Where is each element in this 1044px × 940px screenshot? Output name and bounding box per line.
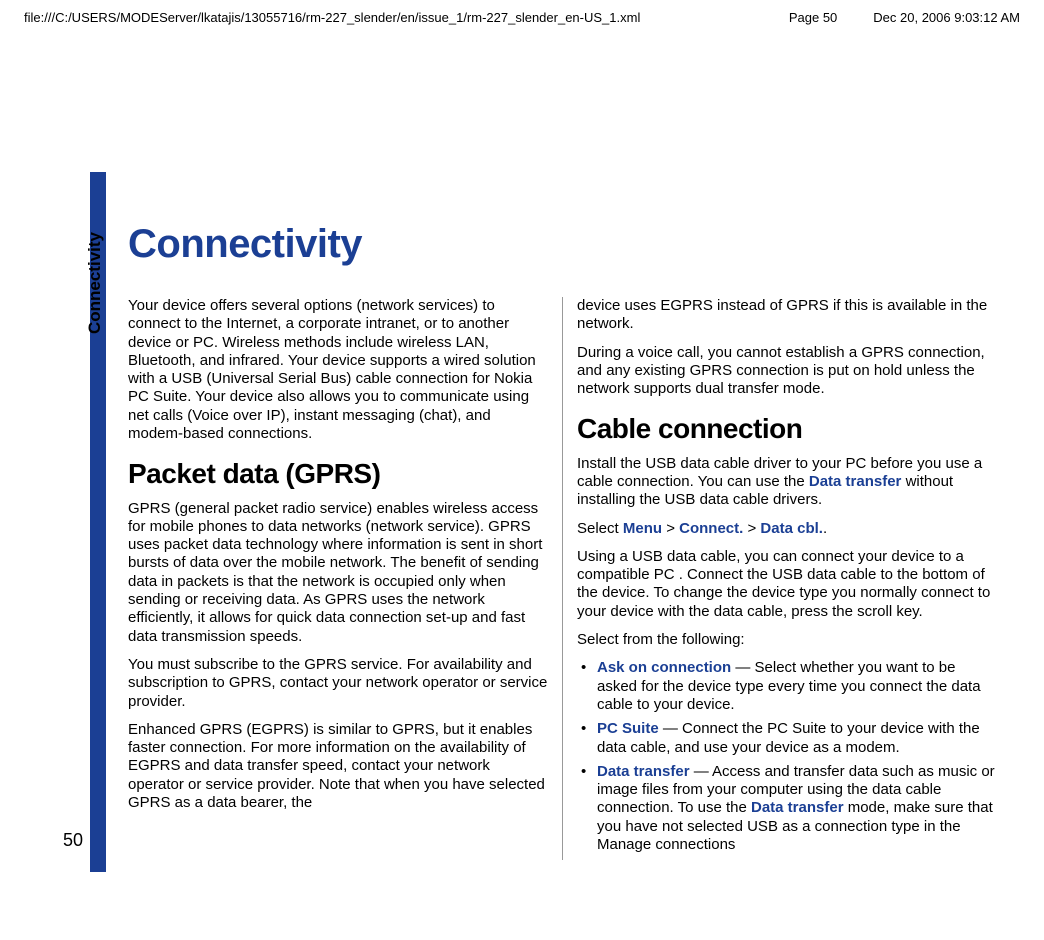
cable-p2: Using a USB data cable, you can connect … (577, 548, 998, 621)
gprs-p1: GPRS (general packet radio service) enab… (128, 500, 548, 646)
link-connect[interactable]: Connect. (679, 520, 743, 537)
link-data-cbl[interactable]: Data cbl. (760, 520, 823, 537)
list-item: Ask on connection — Select whether you w… (577, 659, 998, 714)
file-path: file:///C:/USERS/MODEServer/lkatajis/130… (24, 10, 640, 25)
page-label: Page 50 (789, 10, 837, 25)
datetime: Dec 20, 2006 9:03:12 AM (873, 10, 1020, 25)
heading-packet-data: Packet data (GPRS) (128, 457, 548, 491)
link-data-transfer-inline[interactable]: Data transfer (751, 799, 844, 816)
columns: Your device offers several options (netw… (128, 297, 998, 860)
link-menu[interactable]: Menu (623, 520, 662, 537)
content: Connectivity Your device offers several … (128, 222, 998, 860)
egprs-p1: device uses EGPRS instead of GPRS if thi… (577, 297, 998, 334)
list-item: PC Suite — Connect the PC Suite to your … (577, 720, 998, 757)
link-pc-suite[interactable]: PC Suite (597, 720, 659, 737)
print-header: file:///C:/USERS/MODEServer/lkatajis/130… (0, 10, 1044, 25)
page-number: 50 (63, 830, 83, 851)
cable-p3: Select from the following: (577, 631, 998, 649)
egprs-p2: During a voice call, you cannot establis… (577, 344, 998, 399)
page: file:///C:/USERS/MODEServer/lkatajis/130… (0, 0, 1044, 940)
page-title: Connectivity (128, 222, 998, 267)
column-right: device uses EGPRS instead of GPRS if thi… (563, 297, 998, 860)
link-data-transfer[interactable]: Data transfer (809, 473, 902, 490)
column-left: Your device offers several options (netw… (128, 297, 563, 860)
cable-p1: Install the USB data cable driver to you… (577, 455, 998, 510)
side-tab: Connectivity (85, 130, 105, 232)
link-data-transfer-option[interactable]: Data transfer (597, 763, 690, 780)
header-right: Page 50 Dec 20, 2006 9:03:12 AM (789, 10, 1020, 25)
link-ask-on-connection[interactable]: Ask on connection (597, 659, 731, 676)
heading-cable-connection: Cable connection (577, 412, 998, 446)
gprs-p2: You must subscribe to the GPRS service. … (128, 656, 548, 711)
option-list: Ask on connection — Select whether you w… (577, 659, 998, 854)
intro-paragraph: Your device offers several options (netw… (128, 297, 548, 443)
cable-select-path: Select Menu > Connect. > Data cbl.. (577, 520, 998, 538)
list-item: Data transfer — Access and transfer data… (577, 763, 998, 854)
gprs-p3: Enhanced GPRS (EGPRS) is similar to GPRS… (128, 721, 548, 812)
